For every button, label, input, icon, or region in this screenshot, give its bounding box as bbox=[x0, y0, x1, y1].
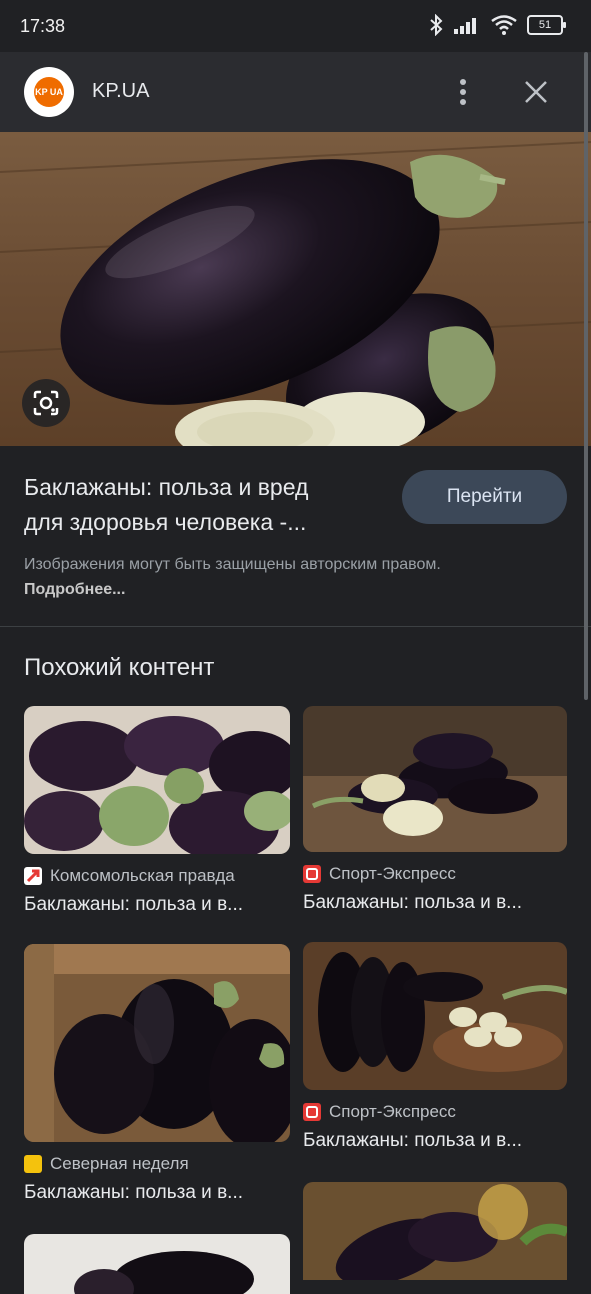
similar-card[interactable]: Спорт-Экспресс Баклажаны: польза и в... bbox=[303, 706, 567, 914]
severnaya-nedelya-favicon bbox=[24, 1155, 42, 1173]
card-source: Спорт-Экспресс bbox=[303, 1102, 567, 1122]
card-thumbnail bbox=[303, 706, 567, 852]
divider bbox=[0, 626, 591, 627]
copyright-notice: Изображения могут быть защищены авторски… bbox=[24, 552, 474, 602]
signal-icon bbox=[454, 18, 476, 34]
card-source-name: Северная неделя bbox=[50, 1154, 189, 1173]
preview-image[interactable] bbox=[0, 132, 591, 446]
card-thumbnail bbox=[303, 1182, 567, 1280]
site-logo[interactable]: KP UA bbox=[24, 67, 74, 117]
card-source-name: Комсомольская правда bbox=[50, 866, 235, 885]
similar-card[interactable] bbox=[303, 1182, 567, 1280]
status-icons: 51 bbox=[429, 14, 566, 36]
eggplant-photo bbox=[0, 141, 591, 446]
battery-icon: 51 bbox=[527, 15, 566, 35]
result-title[interactable]: Баклажаны: польза и вред для здоровья че… bbox=[24, 470, 384, 540]
more-options-icon[interactable] bbox=[450, 74, 476, 110]
similar-card[interactable]: Комсомольская правда Баклажаны: польза и… bbox=[24, 706, 290, 916]
learn-more-link[interactable]: Подробнее... bbox=[24, 581, 125, 598]
battery-level: 51 bbox=[538, 19, 552, 31]
site-name[interactable]: KP.UA bbox=[92, 80, 149, 103]
similar-card[interactable]: Спорт-Экспресс Баклажаны: польза и в... bbox=[303, 942, 567, 1152]
card-title: Баклажаны: польза и в... bbox=[24, 1182, 244, 1203]
lens-icon bbox=[33, 390, 59, 416]
sheet-header: KP UA KP.UA bbox=[0, 52, 591, 132]
bluetooth-icon bbox=[430, 14, 443, 36]
status-time: 17:38 bbox=[20, 16, 66, 36]
status-bar: 17:38 51 bbox=[0, 0, 591, 52]
card-title: Баклажаны: польза и в... bbox=[303, 892, 523, 913]
card-title: Баклажаны: польза и в... bbox=[24, 894, 244, 915]
card-source: Спорт-Экспресс bbox=[303, 864, 567, 884]
card-thumbnail bbox=[24, 706, 290, 854]
card-title: Баклажаны: польза и в... bbox=[303, 1130, 523, 1151]
card-source-name: Спорт-Экспресс bbox=[329, 864, 456, 883]
site-logo-badge: KP UA bbox=[34, 77, 64, 107]
similar-content-heading: Похожий контент bbox=[24, 654, 215, 681]
card-thumbnail bbox=[24, 944, 290, 1142]
close-icon[interactable] bbox=[520, 74, 552, 110]
google-lens-button[interactable] bbox=[22, 379, 70, 427]
wifi-icon bbox=[491, 15, 517, 35]
similar-card[interactable]: Северная неделя Баклажаны: польза и в... bbox=[24, 944, 290, 1204]
card-thumbnail bbox=[303, 942, 567, 1090]
similar-card[interactable] bbox=[24, 1234, 290, 1294]
result-title-line1: Баклажаны: польза и вред bbox=[24, 474, 309, 500]
kp-favicon bbox=[24, 867, 42, 885]
card-thumbnail bbox=[24, 1234, 290, 1294]
sport-express-favicon bbox=[303, 865, 321, 883]
visit-button[interactable]: Перейти bbox=[402, 470, 567, 524]
card-source: Северная неделя bbox=[24, 1154, 290, 1174]
card-source-name: Спорт-Экспресс bbox=[329, 1102, 456, 1121]
result-title-line2: для здоровья человека -... bbox=[24, 509, 307, 535]
sport-express-favicon bbox=[303, 1103, 321, 1121]
copyright-text: Изображения могут быть защищены авторски… bbox=[24, 556, 441, 573]
scrollbar[interactable] bbox=[584, 52, 588, 700]
card-source: Комсомольская правда bbox=[24, 866, 290, 886]
image-preview-sheet: KP UA KP.UA Баклажаны: польза и вред для… bbox=[0, 52, 591, 1294]
